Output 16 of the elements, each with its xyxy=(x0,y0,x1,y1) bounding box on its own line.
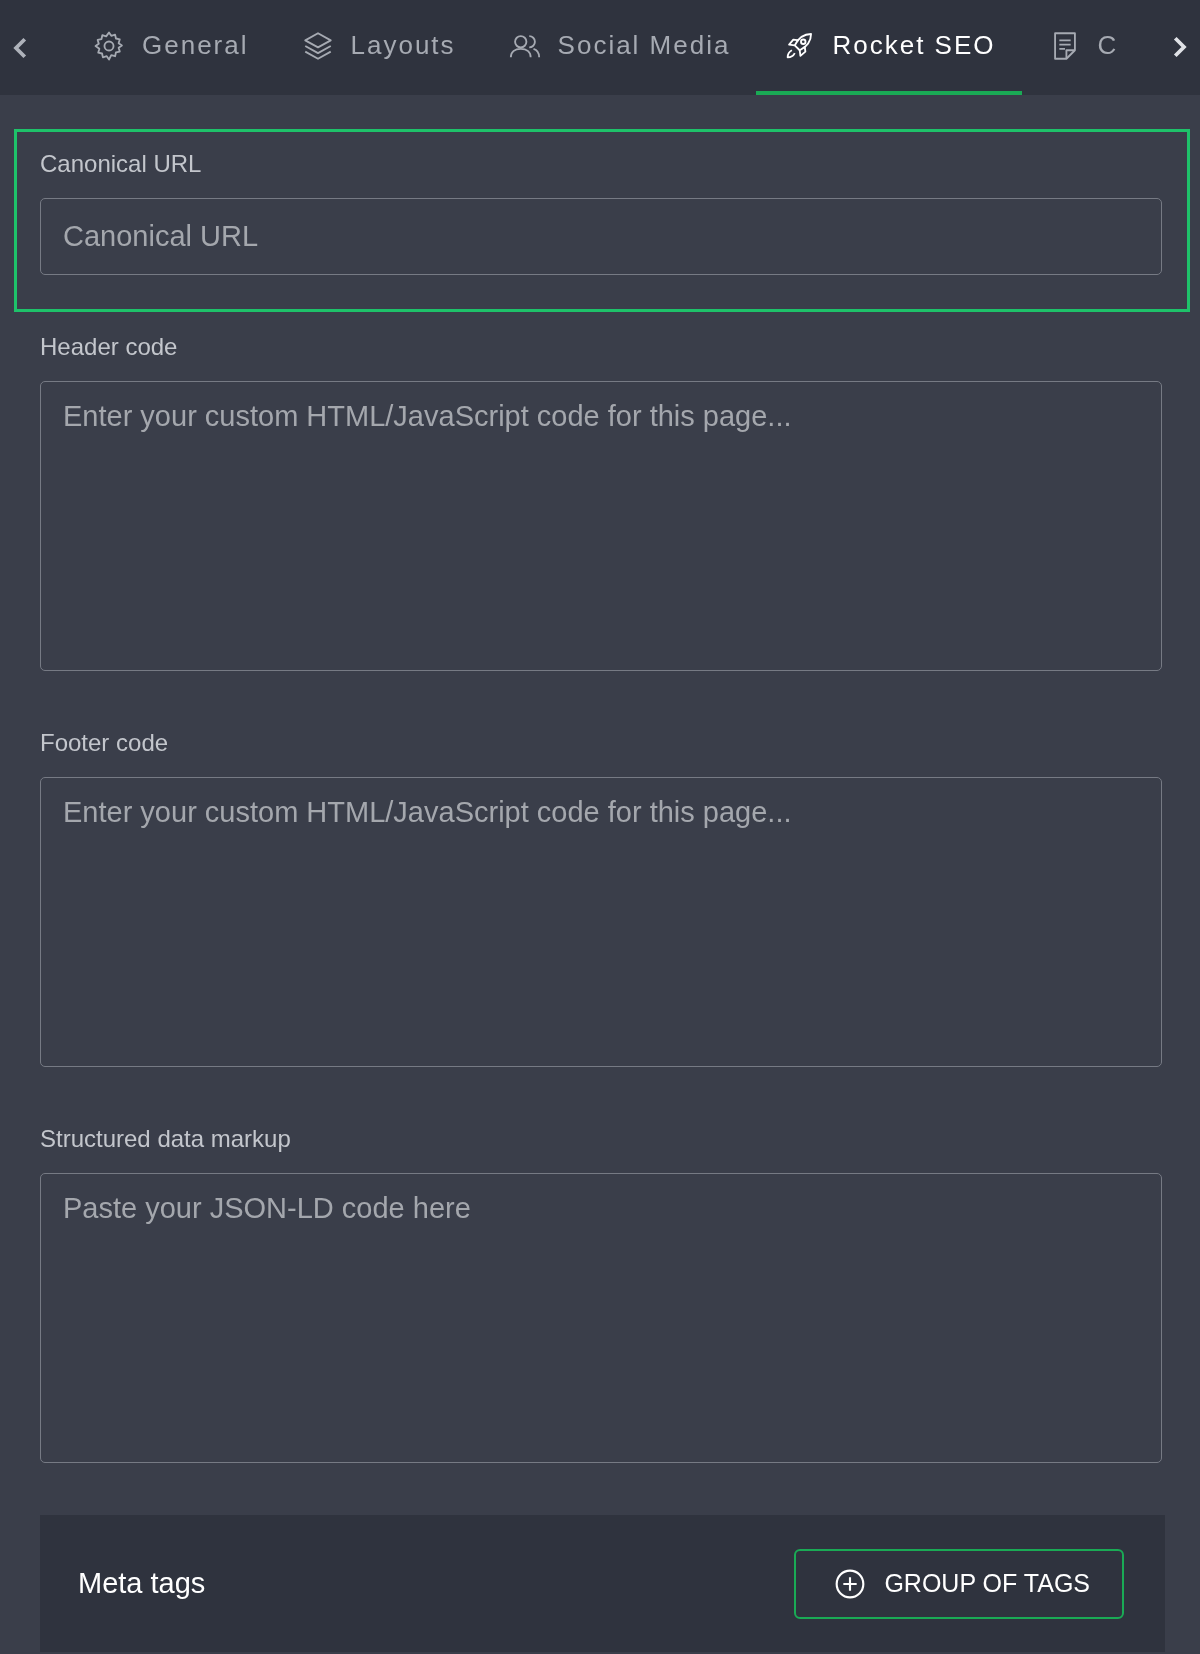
field-label: Header code xyxy=(40,332,179,362)
tab[interactable]: Layouts xyxy=(274,0,482,95)
tab[interactable]: Social Media xyxy=(481,0,757,95)
code-field[interactable]: Paste your JSON-LD code here xyxy=(40,1173,1162,1463)
field-label: Structured data markup xyxy=(40,1124,292,1154)
plus-circle-icon xyxy=(834,1567,867,1600)
tab[interactable]: C xyxy=(1021,0,1145,95)
tab[interactable]: General xyxy=(66,0,275,95)
input-field[interactable]: Canonical URL xyxy=(40,198,1162,275)
add-group-button[interactable]: GROUP OF TAGS xyxy=(794,1548,1124,1619)
field-label: Canonical URL xyxy=(40,149,203,179)
tab[interactable]: Rocket SEO xyxy=(756,0,1022,95)
code-field[interactable]: Enter your custom HTML/JavaScript code for this page... xyxy=(40,777,1162,1067)
panel-title: Meta tags xyxy=(78,1567,206,1600)
code-field[interactable]: Enter your custom HTML/JavaScript code for this page... xyxy=(40,381,1162,671)
field-label: Footer code xyxy=(40,728,170,758)
